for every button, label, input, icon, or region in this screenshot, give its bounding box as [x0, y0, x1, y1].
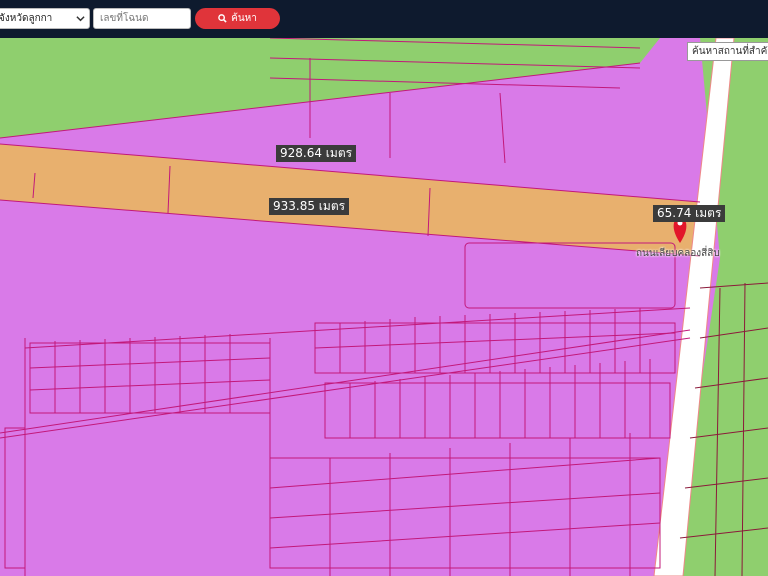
- landmark-search-chip[interactable]: ค้นหาสถานที่สำคัญ: [687, 42, 768, 61]
- measurement-label: 933.85 เมตร: [269, 198, 350, 215]
- zoning-map[interactable]: [0, 38, 768, 576]
- measurement-label: 928.64 เมตร: [276, 145, 357, 162]
- chevron-down-icon: [76, 16, 85, 22]
- top-toolbar: จังหวัดลูกกา ค้นหา: [0, 0, 768, 38]
- province-select-value: จังหวัดลูกกา: [0, 13, 53, 24]
- search-button[interactable]: ค้นหา: [195, 8, 280, 29]
- measurement-label: 65.74 เมตร: [653, 205, 726, 222]
- province-select[interactable]: จังหวัดลูกกา: [0, 8, 90, 29]
- search-button-label: ค้นหา: [231, 13, 257, 24]
- place-label: ถนนเลียบคลองสี่สิบ: [636, 248, 720, 259]
- search-icon: [218, 14, 227, 23]
- deed-number-input[interactable]: [93, 8, 191, 29]
